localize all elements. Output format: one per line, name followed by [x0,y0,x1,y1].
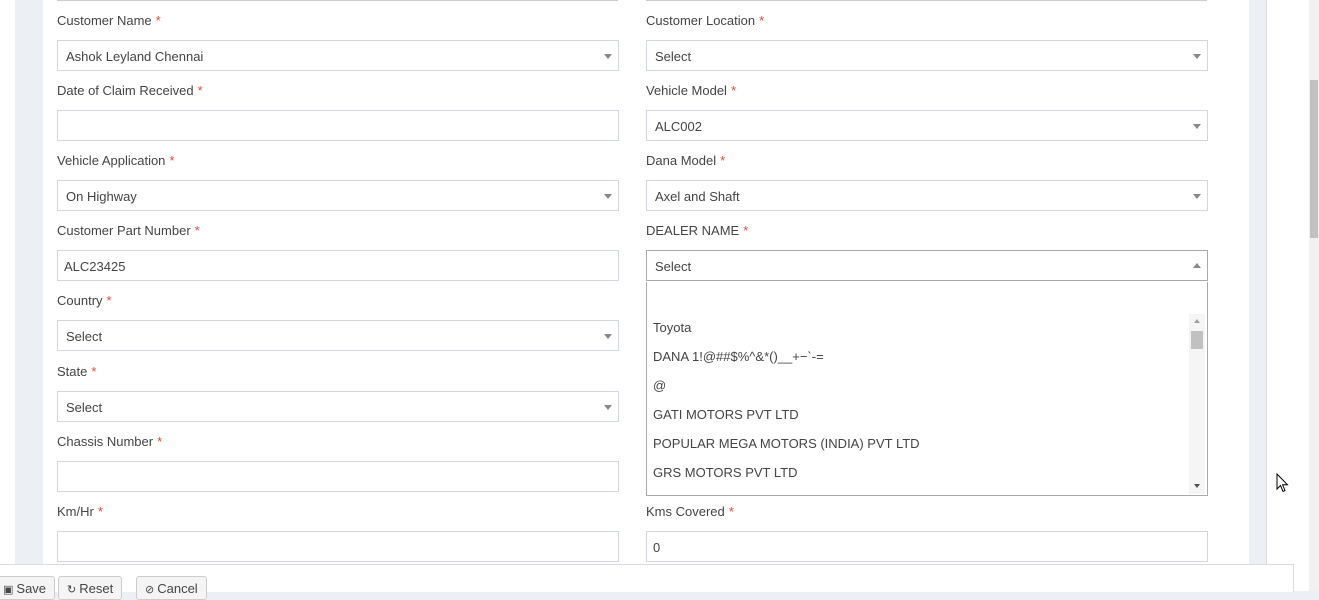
dealer-option[interactable]: GATI MOTORS PVT LTD [647,400,1188,429]
page-scrollbar-thumb[interactable] [1310,80,1318,238]
vehicle-model-select[interactable]: ALC002 [646,110,1208,141]
country-value: Select [66,329,103,344]
dealer-name-value: Select [655,259,692,274]
customer-part-number-input[interactable]: ALC23425 [57,250,619,281]
dealer-option[interactable]: @ [647,371,1188,400]
date-of-claim-input[interactable] [57,110,619,141]
customer-name-value: Ashok Leyland Chennai [66,49,204,64]
customer-name-label: Customer Name * [57,13,161,28]
refresh-icon: ↻ [67,584,77,596]
customer-part-number-label: Customer Part Number * [57,223,200,238]
left-strip [0,0,15,591]
customer-location-value: Select [655,49,692,64]
dealer-option[interactable]: GRS MOTORS PVT LTD [647,458,1188,487]
customer-part-number-value: ALC23425 [64,259,126,274]
dealer-option[interactable]: POPULAR MEGA MOTORS (INDIA) PVT LTD [647,429,1188,458]
chassis-number-label: Chassis Number * [57,434,163,449]
vehicle-application-select[interactable]: On Highway [57,180,619,211]
scroll-down-arrow-icon[interactable] [1194,484,1200,488]
dealer-dropdown: Toyota DANA 1!@##$%^&*()__+−`-= @ GATI M… [646,282,1208,496]
chevron-down-icon [604,405,612,410]
dealer-list-scrollbar-thumb[interactable] [1191,331,1203,349]
kms-covered-input[interactable]: 0 [646,531,1208,562]
dealer-option[interactable]: Toyota [647,313,1188,342]
dealer-options-list: Toyota DANA 1!@##$%^&*()__+−`-= @ GATI M… [647,313,1188,487]
scroll-up-arrow-icon[interactable] [1194,319,1200,323]
cancel-label: Cancel [157,581,198,596]
customer-location-label: Customer Location * [646,13,765,28]
customer-name-select[interactable]: Ashok Leyland Chennai [57,40,619,71]
floppy-icon: ▣ [3,584,14,596]
previous-field-edge-right [646,0,1207,1]
vehicle-application-label: Vehicle Application * [57,153,175,168]
chevron-down-icon [604,54,612,59]
dealer-option[interactable]: DANA 1!@##$%^&*()__+−`-= [647,342,1188,371]
kms-covered-label: Kms Covered * [646,504,734,519]
vehicle-model-label: Vehicle Model * [646,83,737,98]
chevron-down-icon [1193,54,1201,59]
mouse-cursor-icon [1276,473,1289,493]
dealer-search-input[interactable] [647,282,1207,312]
dana-model-value: Axel and Shaft [655,189,740,204]
cancel-button[interactable]: ⊘ Cancel [136,576,207,600]
kms-covered-value: 0 [653,540,661,555]
chevron-up-icon [1193,263,1201,268]
reset-button[interactable]: ↻ Reset [58,576,123,600]
chevron-down-icon [604,334,612,339]
save-label: Save [16,581,47,596]
dana-model-label: Dana Model * [646,153,726,168]
customer-location-select[interactable]: Select [646,40,1208,71]
country-label: Country * [57,293,112,308]
previous-field-edge-left [57,0,618,1]
dealer-name-select[interactable]: Select [646,250,1208,281]
dealer-name-label: DEALER NAME * [646,223,749,238]
vehicle-application-value: On Highway [66,189,137,204]
chevron-down-icon [1193,194,1201,199]
chassis-number-input[interactable] [57,461,619,492]
date-of-claim-label: Date of Claim Received * [57,83,203,98]
country-select[interactable]: Select [57,320,619,351]
ban-icon: ⊘ [145,584,155,596]
state-select[interactable]: Select [57,391,619,422]
km-hr-label: Km/Hr * [57,504,103,519]
state-value: Select [66,400,103,415]
save-button[interactable]: ▣ Save [0,576,56,600]
vehicle-model-value: ALC002 [655,119,702,134]
reset-label: Reset [79,581,114,596]
dana-model-select[interactable]: Axel and Shaft [646,180,1208,211]
chevron-down-icon [604,194,612,199]
state-label: State * [57,364,97,379]
chevron-down-icon [1193,124,1201,129]
km-hr-input[interactable] [57,531,619,562]
